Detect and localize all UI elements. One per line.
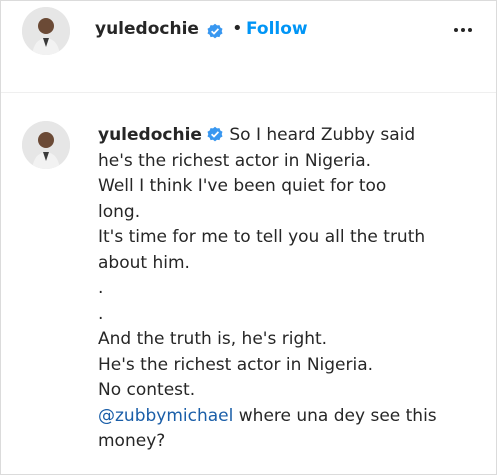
comment-text-line: where una dey see this — [233, 405, 437, 426]
comment-text-line: long. — [98, 201, 141, 222]
comment-mention-line: @zubbymichael where una dey see this — [98, 404, 478, 430]
profile-avatar[interactable] — [22, 7, 70, 55]
avatar-image — [22, 121, 70, 169]
verified-badge-icon — [206, 22, 224, 40]
comment-avatar[interactable] — [22, 121, 70, 169]
more-dot — [454, 28, 458, 32]
comment-text-line: So I heard Zubby said — [229, 125, 416, 145]
comment-text-line: about him. — [98, 252, 190, 273]
comment-text-line: he's the richest actor in Nigeria. — [98, 150, 372, 171]
post-panel: yuledochie • Follow yuledochie So I hear… — [0, 0, 497, 475]
comment-text-line: . — [98, 303, 104, 324]
comment-text-line: Well I think I've been quiet for too — [98, 176, 387, 196]
comment-text-line: money? — [98, 431, 166, 451]
more-dot — [461, 28, 465, 32]
comment-text-line: And the truth is, he's right. — [98, 329, 328, 349]
more-dot — [468, 28, 472, 32]
comment-text-line: It's time for me to tell you all the tru… — [98, 227, 426, 247]
avatar-image — [22, 7, 70, 55]
separator-dot: • — [232, 18, 243, 39]
follow-button[interactable]: Follow — [246, 19, 308, 39]
comment-text-line: He's the richest actor in Nigeria. — [98, 354, 374, 375]
mention-link[interactable]: @zubbymichael — [98, 406, 233, 426]
post-header: yuledochie • Follow — [1, 1, 496, 93]
comment-text-line: . — [98, 278, 104, 298]
username[interactable]: yuledochie — [95, 19, 199, 39]
comment-username[interactable]: yuledochie — [98, 125, 202, 145]
verified-badge-icon — [206, 125, 224, 143]
comment-text: yuledochie So I heard Zubby said he's th… — [98, 123, 478, 455]
comment-text-line: No contest. — [98, 380, 196, 400]
comment-first-line: yuledochie So I heard Zubby said — [98, 125, 415, 145]
more-options-icon[interactable] — [448, 15, 478, 45]
